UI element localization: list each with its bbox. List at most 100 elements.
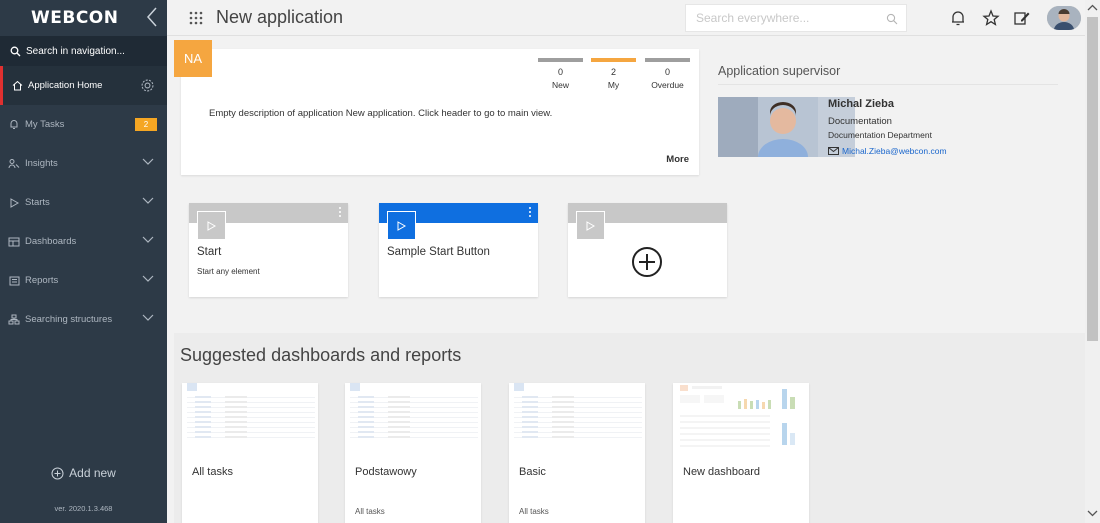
play-icon: [387, 211, 416, 240]
report-thumbnail: [350, 383, 478, 457]
dashboard-icon: [8, 236, 20, 248]
bell-icon: [8, 119, 20, 131]
logo-row: WEBCON: [0, 0, 167, 36]
play-icon: [576, 211, 605, 240]
report-thumbnail: [187, 383, 315, 457]
chevron-left-icon[interactable]: [145, 6, 159, 28]
counter-overdue[interactable]: 0 Overdue: [645, 58, 690, 90]
vertical-scrollbar[interactable]: [1085, 0, 1100, 523]
supervisor-title: Application supervisor: [718, 64, 1058, 85]
global-search[interactable]: [685, 4, 907, 32]
scroll-up-icon[interactable]: [1087, 3, 1098, 13]
chevron-down-icon[interactable]: [142, 197, 154, 205]
main-content: NA 0 New 2 My 0 Overdue Empty descriptio…: [167, 36, 1085, 523]
supervisor-role: Documentation: [828, 116, 892, 127]
bell-icon[interactable]: [949, 9, 967, 27]
supervisor-email-link[interactable]: Michal.Zieba@webcon.com: [828, 146, 947, 156]
org-structure-icon: [8, 314, 20, 326]
sidebar-item-reports[interactable]: Reports: [0, 261, 167, 300]
start-tile-start[interactable]: Start Start any element: [189, 203, 348, 297]
counter-new[interactable]: 0 New: [538, 58, 583, 90]
page-title: New application: [216, 7, 344, 27]
counter-label: My: [607, 80, 620, 90]
dashboard-card-title: New dashboard: [683, 466, 761, 478]
chevron-down-icon[interactable]: [142, 275, 154, 283]
add-new-button[interactable]: Add new: [0, 466, 167, 480]
sidebar-item-starts[interactable]: Starts: [0, 183, 167, 222]
chevron-down-icon[interactable]: [142, 158, 154, 166]
application-supervisor: Application supervisor Michal Zieba Docu…: [718, 64, 1058, 157]
webcon-logo[interactable]: WEBCON: [31, 8, 118, 28]
dashboard-card-all-tasks[interactable]: All tasks: [182, 383, 318, 523]
sidebar-item-application-home[interactable]: Application Home: [0, 66, 167, 105]
global-search-input[interactable]: [686, 5, 876, 31]
top-bar: New application: [167, 0, 1100, 36]
sidebar-item-label: My Tasks: [25, 119, 65, 130]
search-icon: [10, 46, 21, 56]
gear-icon[interactable]: [140, 78, 155, 93]
counter-value: 0: [664, 67, 670, 77]
counter-value: 0: [557, 67, 563, 77]
sidebar-item-dashboards[interactable]: Dashboards: [0, 222, 167, 261]
report-thumbnail: [514, 383, 642, 457]
counter-value: 2: [610, 67, 616, 77]
counter-my[interactable]: 2 My: [591, 58, 636, 90]
sidebar-item-searching-structures[interactable]: Searching structures: [0, 300, 167, 339]
star-icon[interactable]: [982, 9, 1000, 27]
dashboard-thumbnail: [680, 385, 795, 447]
dashboard-card-title: Basic: [519, 466, 546, 478]
start-tile-sample[interactable]: Sample Start Button: [379, 203, 538, 297]
play-icon: [197, 211, 226, 240]
suggested-section: Suggested dashboards and reports All tas…: [174, 333, 1085, 523]
play-icon: [8, 197, 20, 209]
more-options-icon[interactable]: [338, 206, 342, 218]
dashboard-card-basic[interactable]: Basic All tasks: [509, 383, 645, 523]
counter-label: Overdue: [651, 80, 684, 90]
report-icon: [8, 275, 20, 287]
counter-label: New: [551, 80, 569, 90]
sidebar-item-label: Searching structures: [25, 314, 113, 325]
plus-circle-icon: [51, 467, 64, 479]
home-icon: [11, 80, 23, 92]
chevron-down-icon[interactable]: [142, 314, 154, 322]
navigation-search-label: Search in navigation...: [26, 45, 125, 57]
supervisor-email: Michal.Zieba@webcon.com: [842, 146, 947, 156]
add-start-tile[interactable]: [568, 203, 727, 297]
plus-circle-icon[interactable]: [631, 246, 663, 278]
apps-grid-icon[interactable]: [189, 11, 203, 25]
more-options-icon[interactable]: [528, 206, 532, 218]
supervisor-name: Michal Zieba: [828, 98, 895, 110]
sidebar-item-insights[interactable]: Insights: [0, 144, 167, 183]
dashboard-card-new-dashboard[interactable]: New dashboard: [673, 383, 809, 523]
dashboard-card-podstawowy[interactable]: Podstawowy All tasks: [345, 383, 481, 523]
sidebar-item-my-tasks[interactable]: My Tasks 2: [0, 105, 167, 144]
scrollbar-thumb[interactable]: [1087, 17, 1098, 341]
navigation-search[interactable]: Search in navigation...: [0, 36, 167, 66]
avatar[interactable]: [1047, 6, 1081, 30]
application-description: Empty description of application New app…: [209, 108, 553, 119]
dashboard-card-title: All tasks: [192, 466, 233, 478]
sidebar-item-label: Dashboards: [25, 236, 77, 247]
sidebar-item-label: Application Home: [28, 80, 103, 91]
version-label: ver. 2020.1.3.468: [54, 504, 113, 513]
scroll-down-icon[interactable]: [1087, 508, 1098, 518]
start-tile-title: Start: [197, 246, 222, 258]
task-count-badge: 2: [135, 118, 157, 131]
application-badge: NA: [174, 40, 212, 77]
sidebar-item-label: Insights: [25, 158, 58, 169]
more-link[interactable]: More: [666, 154, 689, 165]
edit-icon[interactable]: [1013, 9, 1031, 27]
start-tile-description: Start any element: [197, 267, 260, 276]
sidebar-item-label: Reports: [25, 275, 59, 286]
sidebar-item-label: Starts: [25, 197, 50, 208]
dashboard-card-title: Podstawowy: [355, 466, 417, 478]
chevron-down-icon[interactable]: [142, 236, 154, 244]
add-new-label: Add new: [69, 466, 116, 480]
application-summary-card[interactable]: NA 0 New 2 My 0 Overdue Empty descriptio…: [174, 40, 699, 175]
search-icon[interactable]: [886, 13, 898, 25]
supervisor-department: Documentation Department: [828, 130, 932, 140]
suggested-title: Suggested dashboards and reports: [180, 345, 462, 365]
envelope-icon: [828, 147, 839, 155]
people-icon: [8, 158, 20, 170]
sidebar: WEBCON Search in navigation... Applicati…: [0, 0, 167, 523]
